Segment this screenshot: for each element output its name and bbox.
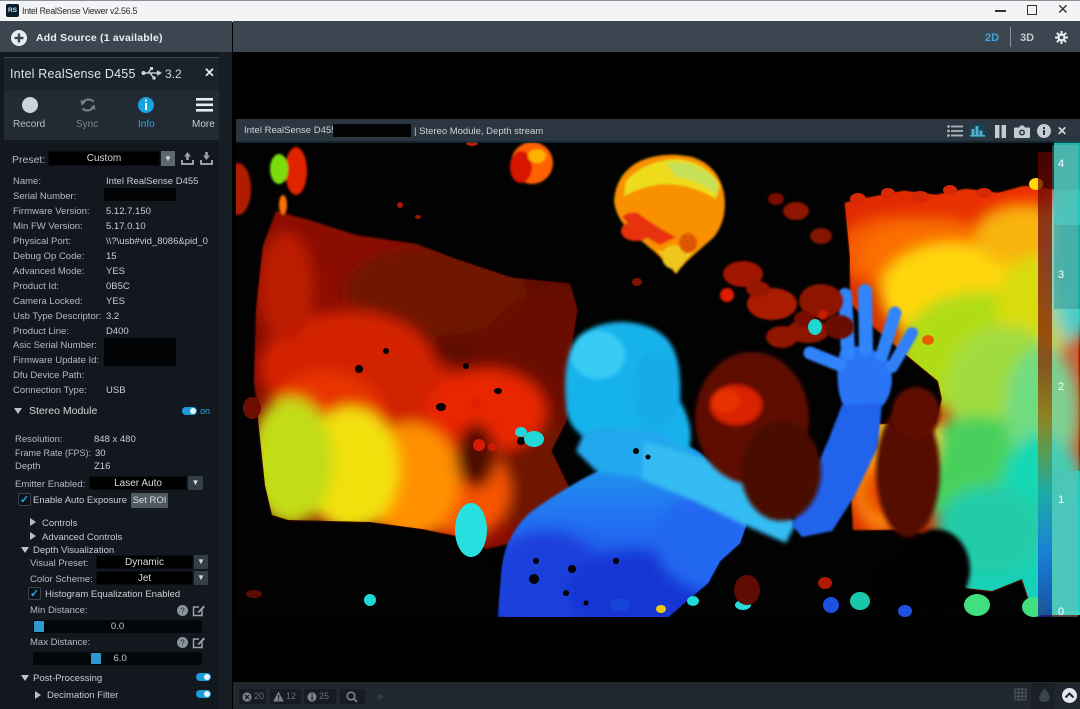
svg-text:1: 1 <box>1058 494 1064 506</box>
svg-text:2: 2 <box>1058 381 1064 393</box>
svg-text:?: ? <box>180 639 185 648</box>
svg-text:4: 4 <box>1058 158 1064 170</box>
svg-text:3: 3 <box>1058 269 1064 281</box>
svg-text:0: 0 <box>1058 606 1064 617</box>
svg-text:?: ? <box>180 607 185 616</box>
